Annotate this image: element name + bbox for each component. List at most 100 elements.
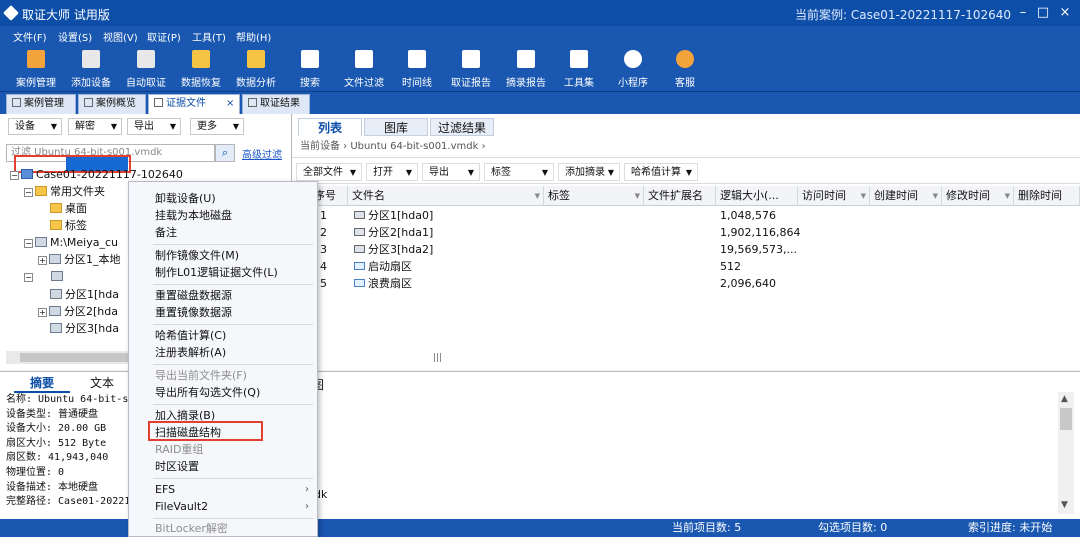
- menu-tools[interactable]: 工具(T): [192, 29, 226, 44]
- tree-item-desktop[interactable]: 桌面: [50, 201, 87, 217]
- filter-icon[interactable]: ▼: [933, 186, 938, 206]
- col-access-time[interactable]: 访问时间 ▼: [798, 186, 870, 206]
- minimize-button[interactable]: –: [1014, 4, 1032, 22]
- menu-item-note[interactable]: 备注: [155, 224, 177, 241]
- tree-item-tags[interactable]: 标签: [50, 218, 87, 234]
- more-dropdown[interactable]: 更多 ▼: [190, 118, 244, 135]
- tree-item-ubuntu-device[interactable]: − Ubuntu 64-: [24, 269, 128, 285]
- tab-case-management[interactable]: 案例管理: [6, 94, 76, 114]
- table-row[interactable]: 3 分区3[hda2] 19,569,573,...: [292, 241, 1058, 258]
- menu-settings[interactable]: 设置(S): [58, 29, 92, 44]
- search-icon[interactable]: ⌕: [215, 144, 235, 162]
- table-row[interactable]: 1 分区1[hda0] 1,048,576: [292, 207, 1058, 224]
- tree-item-local-partition[interactable]: + 分区1_本地: [38, 252, 121, 268]
- table-row[interactable]: 4 启动扇区 512: [292, 258, 1058, 275]
- collapse-icon[interactable]: −: [24, 273, 33, 282]
- menu-item-registry-parse[interactable]: 注册表解析(A): [155, 344, 226, 361]
- menu-item-timezone[interactable]: 时区设置: [155, 458, 199, 475]
- open-dropdown[interactable]: 打开 ▼: [366, 163, 418, 181]
- menu-view[interactable]: 视图(V): [103, 29, 138, 44]
- table-scroll-grip[interactable]: |||: [433, 353, 445, 364]
- tree-item-partition1[interactable]: 分区1[hda: [50, 287, 119, 303]
- toolbar-miniprogram[interactable]: 小程序: [605, 47, 661, 91]
- table-row[interactable]: 2 分区2[hda1] 1,902,116,864: [292, 224, 1058, 241]
- tab-evidence-files[interactable]: 证据文件 ×: [148, 94, 240, 114]
- collapse-icon[interactable]: −: [10, 171, 19, 180]
- col-delete-time[interactable]: 删除时间: [1014, 186, 1080, 206]
- collapse-icon[interactable]: −: [24, 239, 33, 248]
- toolbar-toolset[interactable]: 工具集: [551, 47, 607, 91]
- device-dropdown[interactable]: 设备 ▼: [8, 118, 62, 135]
- tree-item-partition3[interactable]: 分区3[hda: [50, 321, 119, 337]
- tree-item-meiya-drive[interactable]: − M:\Meiya_cu: [24, 235, 118, 251]
- menu-item-efs[interactable]: EFS ›: [155, 481, 315, 498]
- menu-item-hash-calc[interactable]: 哈希值计算(C): [155, 327, 226, 344]
- advanced-filter-link[interactable]: 高级过滤: [242, 146, 282, 161]
- tab-case-overview[interactable]: 案例概览: [78, 94, 146, 114]
- scrollbar-thumb[interactable]: [1060, 408, 1072, 430]
- filter-icon[interactable]: ▼: [635, 186, 640, 206]
- tab-forensic-results[interactable]: 取证结果: [242, 94, 310, 114]
- tab-list-view[interactable]: 列表: [298, 118, 362, 136]
- filter-icon[interactable]: ▼: [535, 186, 540, 206]
- decrypt-dropdown[interactable]: 解密 ▼: [68, 118, 122, 135]
- export-dropdown[interactable]: 导出 ▼: [127, 118, 181, 135]
- toolbar-add-device[interactable]: 添加设备: [63, 47, 119, 91]
- menu-item-make-image[interactable]: 制作镜像文件(M): [155, 247, 239, 264]
- col-create-time[interactable]: 创建时间 ▼: [870, 186, 942, 206]
- hash-calc-dropdown[interactable]: 哈希值计算 ▼: [624, 163, 698, 181]
- menu-item-unload-device[interactable]: 卸载设备(U): [155, 190, 216, 207]
- detail-vertical-scrollbar[interactable]: ▲ ▼: [1058, 392, 1074, 514]
- col-tag[interactable]: 标签 ▼: [544, 186, 644, 206]
- tree-item-partition2[interactable]: + 分区2[hda: [38, 304, 118, 320]
- close-tab-icon[interactable]: ×: [226, 95, 234, 113]
- wasted-sector-icon: [354, 279, 365, 287]
- toolbar-file-filter[interactable]: 文件过滤: [336, 47, 392, 91]
- toolbar-auto-forensics[interactable]: 自动取证: [118, 47, 174, 91]
- col-modify-time[interactable]: 修改时间 ▼: [942, 186, 1014, 206]
- col-filename[interactable]: 文件名 ▼: [348, 186, 544, 206]
- toolbar-excerpt-report[interactable]: 摘录报告: [498, 47, 554, 91]
- tab-filter-results[interactable]: 过滤结果: [430, 118, 494, 136]
- menu-item-mount-local-disk[interactable]: 挂载为本地磁盘: [155, 207, 232, 224]
- menu-item-filevault2[interactable]: FileVault2 ›: [155, 498, 315, 515]
- toolbar-search[interactable]: 搜索: [282, 47, 338, 91]
- toolbar-support[interactable]: 客服: [657, 47, 713, 91]
- export-files-dropdown[interactable]: 导出 ▼: [422, 163, 480, 181]
- all-files-dropdown[interactable]: 全部文件 ▼: [296, 163, 362, 181]
- col-extension[interactable]: 文件扩展名: [644, 186, 716, 206]
- toolbar-case-management[interactable]: 案例管理: [8, 47, 64, 91]
- menu-item-export-checked[interactable]: 导出所有勾选文件(Q): [155, 384, 260, 401]
- chevron-down-icon: ▼: [607, 168, 614, 177]
- filter-icon[interactable]: ▼: [1005, 186, 1010, 206]
- toolbar-timeline[interactable]: 时间线: [389, 47, 445, 91]
- tab-text[interactable]: 文本: [74, 373, 130, 393]
- expand-icon[interactable]: +: [38, 308, 47, 317]
- close-window-button[interactable]: ×: [1056, 4, 1074, 22]
- menu-file[interactable]: 文件(F): [13, 29, 47, 44]
- tree-item-common-folders[interactable]: − 常用文件夹: [24, 184, 105, 200]
- menu-item-reset-disk-source[interactable]: 重置磁盘数据源: [155, 287, 232, 304]
- maximize-button[interactable]: □: [1034, 4, 1052, 22]
- table-row[interactable]: 5 浪费扇区 2,096,640: [292, 275, 1058, 292]
- tab-summary[interactable]: 摘要: [14, 373, 70, 393]
- toolbar-data-recovery[interactable]: 数据恢复: [173, 47, 229, 91]
- filter-icon[interactable]: ▼: [861, 186, 866, 206]
- toolbar-forensic-report[interactable]: 取证报告: [443, 47, 499, 91]
- tab-gallery-view[interactable]: 图库: [364, 118, 428, 136]
- scroll-up-icon[interactable]: ▲: [1061, 394, 1068, 404]
- col-logical-size[interactable]: 逻辑大小(...: [716, 186, 798, 206]
- expand-icon[interactable]: +: [38, 256, 47, 265]
- collapse-icon[interactable]: −: [24, 188, 33, 197]
- tag-dropdown[interactable]: 标签 ▼: [484, 163, 554, 181]
- menu-forensics[interactable]: 取证(P): [147, 29, 181, 44]
- chevron-down-icon: ▼: [50, 122, 57, 131]
- menu-item-reset-image-source[interactable]: 重置镜像数据源: [155, 304, 232, 321]
- scroll-down-icon[interactable]: ▼: [1061, 500, 1068, 510]
- menu-item-make-l01[interactable]: 制作L01逻辑证据文件(L): [155, 264, 278, 281]
- miniprogram-icon: [624, 50, 642, 68]
- menu-help[interactable]: 帮助(H): [236, 29, 271, 44]
- row-filename: 分区3[hda2]: [350, 241, 433, 258]
- toolbar-data-analysis[interactable]: 数据分析: [228, 47, 284, 91]
- add-excerpt-dropdown[interactable]: 添加摘录 ▼: [558, 163, 620, 181]
